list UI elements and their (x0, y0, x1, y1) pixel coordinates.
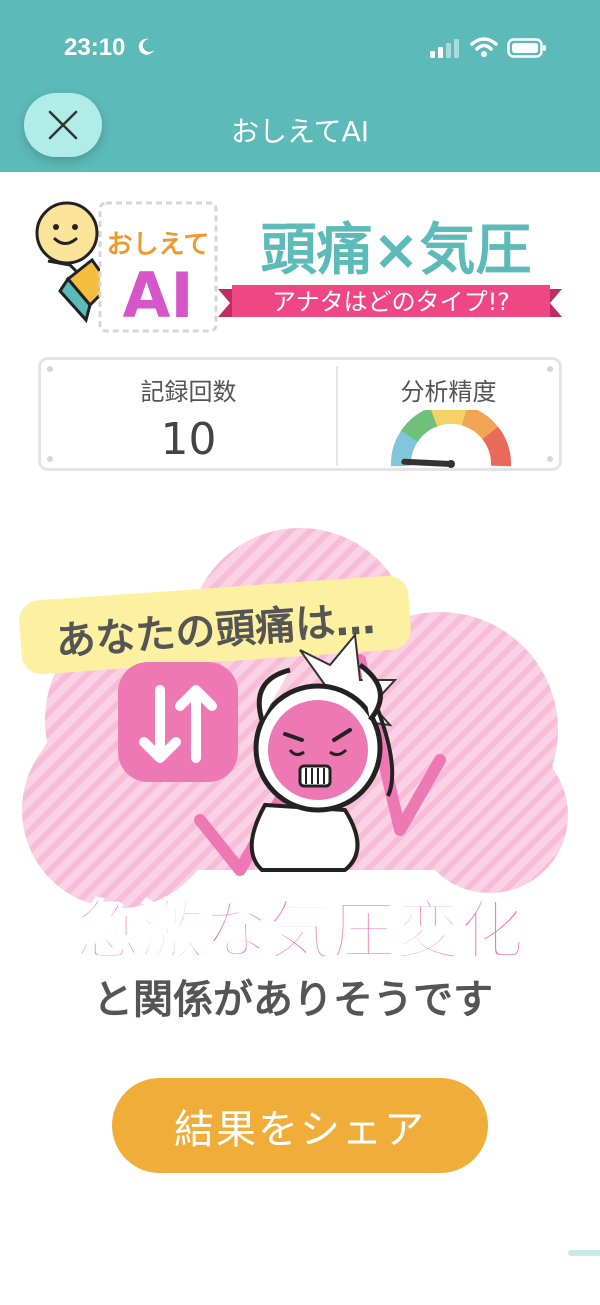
stats-panel: 記録回数 10 分析精度 (38, 357, 562, 471)
banner: おしえて AI 頭痛×気圧 アナタはどのタイプ!? (35, 201, 562, 333)
banner-ribbon: アナタはどのタイプ!? (218, 285, 562, 317)
logo-bottom: AI (122, 259, 193, 332)
logo-top: おしえて (107, 230, 210, 260)
share-button[interactable]: 結果をシェア (112, 1078, 488, 1173)
app-logo: おしえて AI (98, 201, 218, 333)
app-header: 23:10 おしえてAI (0, 0, 600, 172)
wifi-icon (470, 37, 498, 57)
accuracy-label: 分析精度 (400, 378, 497, 406)
records-value: 10 (160, 414, 217, 465)
battery-icon (507, 38, 546, 58)
accuracy-gauge-icon (390, 410, 512, 468)
status-time: 23:10 (64, 34, 126, 61)
moon-icon (138, 38, 154, 55)
result-suffix: と関係がありそうです (93, 977, 493, 1023)
ribbon-text: アナタはどのタイプ!? (272, 288, 510, 316)
scroll-indicator (568, 1250, 600, 1256)
result-type: 急激な気圧変化 (76, 895, 524, 969)
records-label: 記録回数 (140, 378, 237, 406)
result-illustration: あなたの頭痛は… 急激な気圧変化 と関係がありそうです (19, 528, 568, 1023)
pressure-change-icon (118, 662, 238, 782)
page-title: おしえてAI (230, 115, 369, 148)
banner-headline: 頭痛×気圧 (261, 218, 532, 283)
signal-icon (430, 39, 459, 58)
